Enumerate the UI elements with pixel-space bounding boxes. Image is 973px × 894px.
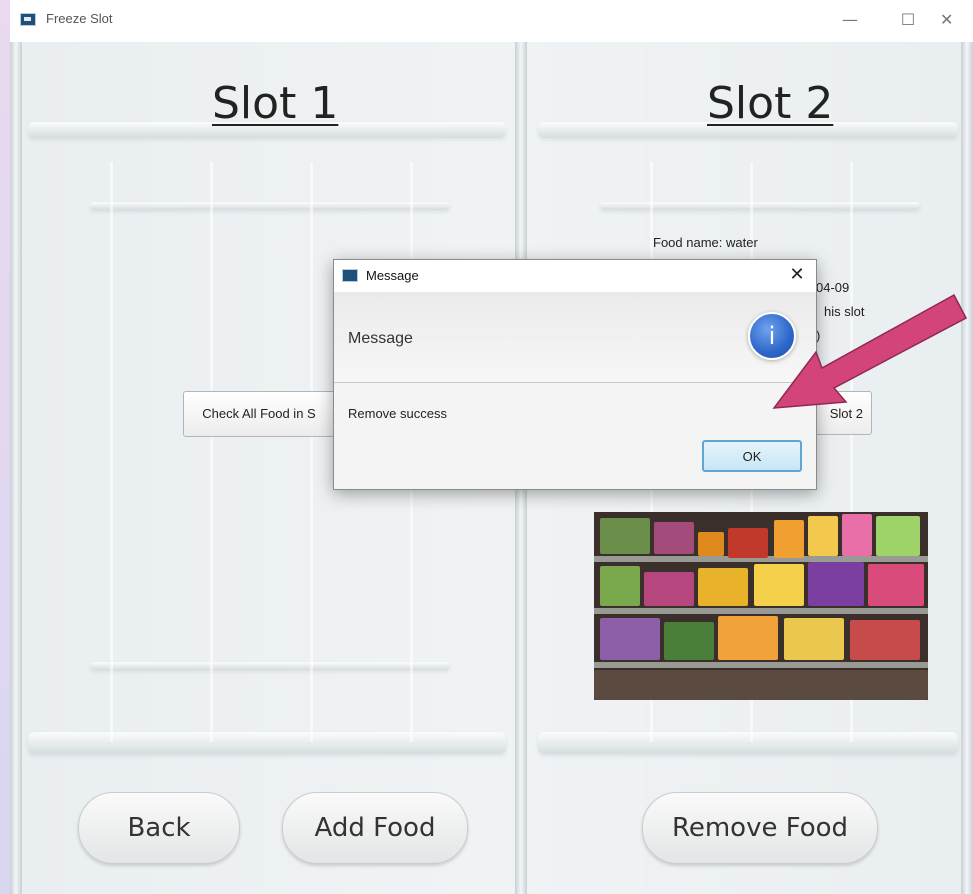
annotation-arrow-icon (772, 293, 968, 409)
freeze-slot-window: Freeze Slot — ☐ ✕ Slot 1 Slot 2 Food nam… (10, 0, 973, 894)
